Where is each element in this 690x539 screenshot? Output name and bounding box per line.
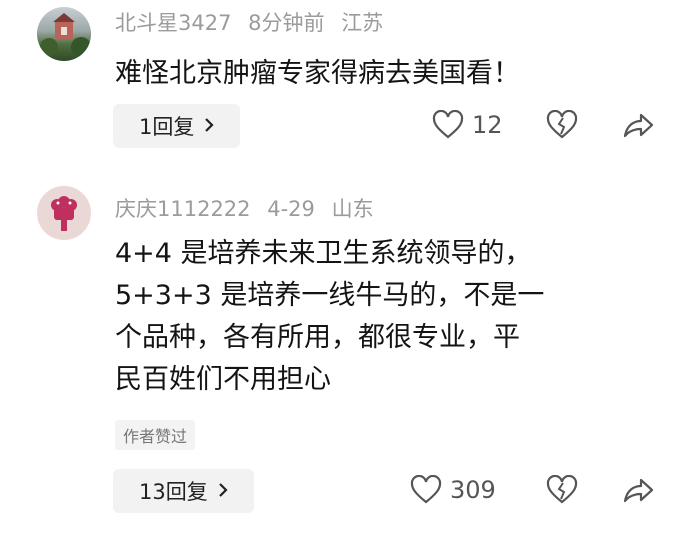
timestamp: 4-29 <box>267 197 315 221</box>
dislike-button[interactable] <box>546 474 578 509</box>
share-arrow-icon <box>623 478 654 503</box>
broken-heart-icon <box>546 109 578 139</box>
avatar-image <box>40 13 91 57</box>
broken-heart-icon <box>546 474 578 504</box>
username[interactable]: 庆庆1112222 <box>115 197 251 221</box>
comment-text-line: 难怪北京肿瘤专家得病去美国看！ <box>115 58 520 89</box>
reply-count-label: 13回复 <box>139 480 208 504</box>
avatar[interactable] <box>37 7 91 61</box>
comment-text-line: 4+4 是培养未来卫生系统领导的， <box>115 238 532 269</box>
like-count: 309 <box>450 476 496 504</box>
like-button[interactable]: 12 <box>432 110 503 140</box>
chevron-right-icon <box>204 114 214 138</box>
like-button[interactable]: 309 <box>410 475 496 505</box>
username[interactable]: 北斗星3427 <box>115 11 231 35</box>
share-button[interactable] <box>622 110 654 144</box>
avatar[interactable] <box>37 186 91 240</box>
reply-button[interactable]: 13回复 <box>113 469 254 513</box>
heart-outline-icon <box>410 475 442 504</box>
comment-text-line: 民百姓们不用担心 <box>115 364 331 395</box>
comment-text: 难怪北京肿瘤专家得病去美国看！ <box>115 53 520 95</box>
avatar-image <box>51 196 77 231</box>
comment-meta: 庆庆1112222 4-29 山东 <box>115 193 384 223</box>
comment-text-line: 个品种，各有所用，都很专业，平 <box>115 322 520 353</box>
share-button[interactable] <box>622 475 654 509</box>
comment-text: 4+4 是培养未来卫生系统领导的， 5+3+3 是培养一线牛马的，不是一 个品种… <box>115 233 544 401</box>
timestamp: 8分钟前 <box>248 11 325 35</box>
reply-count-label: 1回复 <box>139 115 195 139</box>
comment-text-line: 5+3+3 是培养一线牛马的，不是一 <box>115 280 545 311</box>
location: 江苏 <box>341 11 384 35</box>
dislike-button[interactable] <box>546 109 578 144</box>
share-arrow-icon <box>623 113 654 138</box>
comment-meta: 北斗星3427 8分钟前 江苏 <box>115 7 393 37</box>
chevron-right-icon <box>218 479 228 503</box>
author-liked-badge: 作者赞过 <box>115 420 196 450</box>
heart-outline-icon <box>432 110 464 139</box>
reply-button[interactable]: 1回复 <box>113 104 241 148</box>
like-count: 12 <box>472 111 503 139</box>
location: 山东 <box>331 197 374 221</box>
